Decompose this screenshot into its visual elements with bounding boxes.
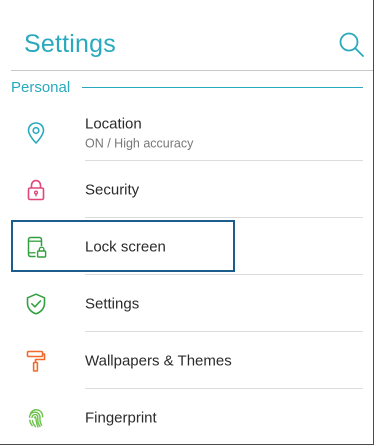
fingerprint-icon [28,409,44,428]
row-divider [85,217,363,218]
row-divider [85,274,363,275]
settings-item-text: Location ON / High accuracy [85,116,193,151]
settings-item-title: Wallpapers & Themes [85,352,232,370]
paint-roller-icon [26,350,46,372]
settings-item-text: Security [85,182,139,199]
settings-item-title: Fingerprint [85,409,157,427]
settings-item-text: Fingerprint [85,410,157,427]
settings-item-wallpapers-themes[interactable]: Wallpapers & Themes [11,333,363,389]
lock-icon [27,179,45,201]
shield-check-icon [26,293,46,315]
section-line [82,86,363,88]
search-button[interactable] [336,29,368,61]
location-icon [27,122,45,144]
settings-item-title: Location [85,115,142,133]
settings-item-subtitle: ON / High accuracy [85,136,194,151]
settings-item-title: Settings [85,295,140,313]
selection-highlight [11,220,235,272]
settings-item-fingerprint[interactable]: Fingerprint [11,390,363,446]
section-label: Personal [11,78,71,96]
search-icon [339,32,364,57]
settings-item-location[interactable]: Location ON / High accuracy [11,105,363,161]
row-divider [85,388,363,389]
settings-item-text: Settings [85,296,139,313]
settings-item-security[interactable]: Security [11,162,363,218]
settings-item-title: Security [85,181,140,199]
settings-item-settings[interactable]: Settings [11,276,363,332]
row-divider [85,160,363,161]
row-divider [85,331,363,332]
section-header-personal: Personal [11,76,363,98]
page-title: Settings [24,30,116,58]
app-bar-divider [11,70,373,71]
settings-screen: Settings Personal Location ON / High acc… [0,0,374,445]
app-bar: Settings [0,0,373,78]
settings-item-text: Wallpapers & Themes [85,353,232,370]
